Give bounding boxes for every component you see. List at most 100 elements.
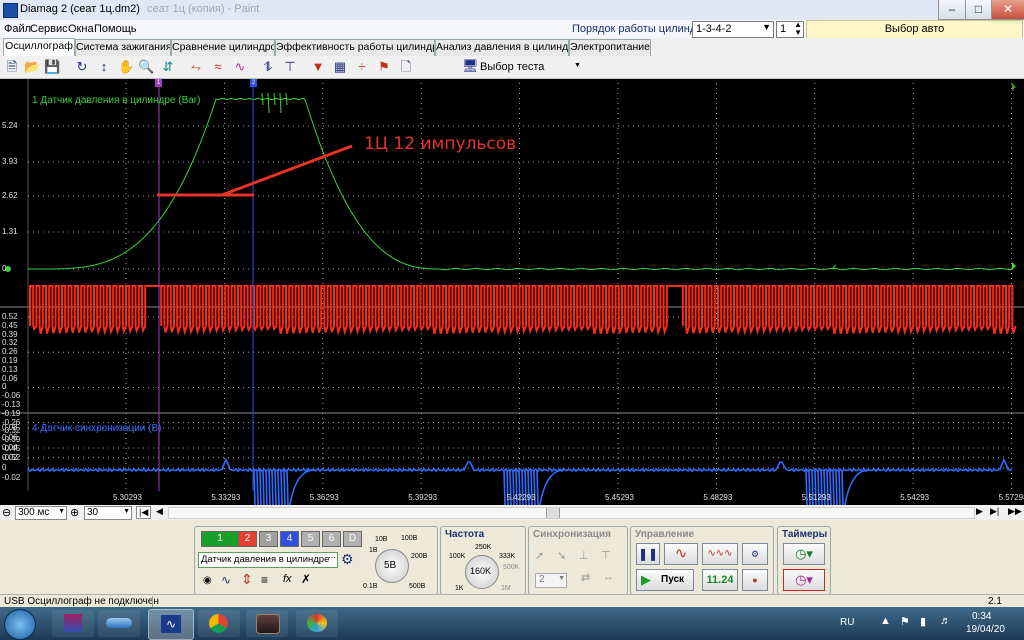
clock-date[interactable]: 19/04/20 <box>966 624 1005 635</box>
fit-icon[interactable]: ⇵ <box>160 59 176 75</box>
go-start-icon[interactable]: |◀ <box>136 506 152 519</box>
wave-compare-icon[interactable]: ∿ <box>232 59 248 75</box>
vertical-scale-icon[interactable]: ⇕ <box>241 571 253 588</box>
timer1-button[interactable]: ◷▾ <box>783 543 825 565</box>
taskbar-app-paint[interactable] <box>296 610 338 637</box>
tab-oscilloscope[interactable]: Осциллограф <box>3 38 75 57</box>
probe-icon[interactable]: ⚙ <box>341 551 354 568</box>
firing-order-select[interactable]: 1-3-4-2 ▼ <box>692 21 774 38</box>
open-folder-icon[interactable]: 📂 <box>24 59 40 75</box>
menu-file[interactable]: Файл <box>4 23 31 35</box>
signal-gen-button[interactable]: ∿∿∿ <box>702 543 738 565</box>
auto-select-button[interactable]: Выбор авто <box>806 20 1023 39</box>
oscilloscope-view[interactable]: 1 Датчик давления в цилиндре (Bar) 5.24 3… <box>0 79 1024 505</box>
start-orb[interactable] <box>4 609 36 640</box>
new-file-icon[interactable]: 🗎 <box>4 59 20 75</box>
channel-sync-icon[interactable]: ↻ <box>74 59 90 75</box>
tab-pressure-analysis[interactable]: Анализ давления в цилиндре <box>435 39 569 56</box>
pause-scroll-icon[interactable]: ▶▶ <box>1008 506 1022 517</box>
auto-button[interactable]: ⚙ <box>742 543 768 565</box>
language-indicator[interactable]: RU <box>840 617 854 628</box>
channel-button-3[interactable]: 3 <box>259 531 278 547</box>
frequency-knob[interactable]: 160K <box>465 555 499 589</box>
channel-button-2[interactable]: 2 <box>238 531 257 547</box>
scrollbar-thumb[interactable] <box>546 508 560 518</box>
sync-move-icon[interactable]: ↔ <box>603 571 614 583</box>
cursor-arrow-icon[interactable]: ↕ <box>96 59 112 75</box>
tray-signal-icon[interactable]: ▮ <box>920 615 926 628</box>
voltage-knob[interactable]: 5В <box>375 549 409 583</box>
sync-burst <box>283 469 286 505</box>
hand-pan-icon[interactable]: ✋ <box>118 59 134 75</box>
close-button[interactable]: ✕ <box>991 0 1024 20</box>
channel-filter-icon[interactable]: ▼ <box>310 59 326 75</box>
sync-burst <box>277 469 280 505</box>
tab-cylinder-compare[interactable]: Сравнение цилиндров <box>171 39 275 56</box>
tab-ignition[interactable]: Система зажигания <box>75 39 171 56</box>
tab-cylinder-efficiency[interactable]: Эффективность работы цилиндров <box>275 39 435 56</box>
tray-volume-icon[interactable]: ♬ <box>940 615 951 627</box>
channel-button-5[interactable]: 5 <box>301 531 320 547</box>
split-icon[interactable]: ÷ <box>354 59 370 75</box>
pulse-up-icon[interactable]: ⊥ <box>579 549 589 562</box>
timer2-button[interactable]: ◷▾ <box>783 569 825 591</box>
go-end-icon[interactable]: ▶| <box>990 506 999 517</box>
pulse-down-icon[interactable]: ⊤ <box>601 549 611 562</box>
sync-split-icon[interactable]: ⇄ <box>581 571 590 584</box>
time-scrollbar[interactable] <box>168 507 975 519</box>
save-icon[interactable]: 💾 <box>44 59 60 75</box>
eye-icon[interactable]: ◉ <box>203 575 212 586</box>
lines-icon[interactable]: ≡ <box>261 573 268 587</box>
document-icon[interactable]: 🗋 <box>398 59 414 75</box>
ch1-tick-label: 2.62 <box>2 191 18 200</box>
channel-button-6[interactable]: 6 <box>322 531 341 547</box>
tray-network-icon[interactable]: ▲ <box>880 615 891 627</box>
x-tick-label: 5.36293 <box>309 493 339 502</box>
menu-windows[interactable]: Окна <box>68 23 94 35</box>
count-select[interactable]: 30 ▼ <box>84 506 132 520</box>
taskbar-app-diamag[interactable]: ∿ <box>148 609 194 640</box>
sync-channel-select[interactable]: 2 ▼ <box>535 573 567 588</box>
maximize-button[interactable]: □ <box>965 0 992 20</box>
zero-offset-icon[interactable]: ⊤ <box>282 59 298 75</box>
filter-icon[interactable]: ⥊ <box>188 59 204 75</box>
scroll-left-icon[interactable]: ◀ <box>156 506 163 517</box>
zoom-in-icon[interactable]: ⊕ <box>70 506 79 519</box>
waveform-icon[interactable]: ∿ <box>221 573 231 587</box>
channel-button-d[interactable]: D <box>343 531 362 547</box>
scroll-right-icon[interactable]: ▶ <box>976 506 983 517</box>
marker-icon[interactable]: ⥮ <box>260 59 276 75</box>
marker-2-label[interactable]: 2 <box>250 79 257 87</box>
function-icon[interactable]: fx <box>283 573 292 585</box>
cylinder-select[interactable]: 1 ▲ ▼ <box>776 21 804 38</box>
auto-record-button[interactable]: ● <box>742 569 768 591</box>
timebase-select[interactable]: 300 мс ▼ <box>15 506 67 520</box>
sync-group: Синхронизация ➚ ➘ ⊥ ⊤ 2 ▼ ⇄ ↔ <box>528 526 628 595</box>
tray-flag-icon[interactable]: ⚑ <box>900 615 910 628</box>
test-select[interactable]: 🖥 Выбор теста ▼ <box>460 58 584 75</box>
menu-help[interactable]: Помощь <box>94 23 137 35</box>
sensor-select[interactable]: Датчик давления в цилиндре ⋯ <box>198 552 338 568</box>
flag-icon[interactable]: ⚑ <box>376 59 392 75</box>
sine-wave-button[interactable]: ∿ <box>664 543 698 565</box>
start-button[interactable]: ▶ Пуск <box>636 569 694 591</box>
marker-1-label[interactable]: 1 <box>155 79 162 87</box>
zoom-out-icon[interactable]: ⊖ <box>2 506 11 519</box>
zoom-icon[interactable]: 🔍 <box>138 59 154 75</box>
taskbar-app-car[interactable] <box>98 610 140 637</box>
overlay-icon[interactable]: ≈ <box>210 59 226 75</box>
falling-edge-icon[interactable]: ➘ <box>557 549 566 562</box>
channel-button-4[interactable]: 4 <box>280 531 299 547</box>
taskbar-app-winrar[interactable] <box>52 610 94 637</box>
pause-button[interactable]: ❚❚ <box>636 543 660 565</box>
taskbar-app-game[interactable] <box>246 610 288 637</box>
taskbar-app-chrome[interactable] <box>198 610 240 637</box>
minimize-button[interactable]: – <box>938 0 966 20</box>
table-icon[interactable]: ▦ <box>332 59 348 75</box>
channel-button-1[interactable]: 1 <box>201 531 239 547</box>
rising-edge-icon[interactable]: ➚ <box>535 549 544 562</box>
tab-power[interactable]: Электропитание <box>569 39 651 56</box>
clock-time[interactable]: 0:34 <box>972 611 991 622</box>
menu-service[interactable]: Сервис <box>30 23 68 35</box>
tools-icon[interactable]: ✗ <box>301 572 311 586</box>
